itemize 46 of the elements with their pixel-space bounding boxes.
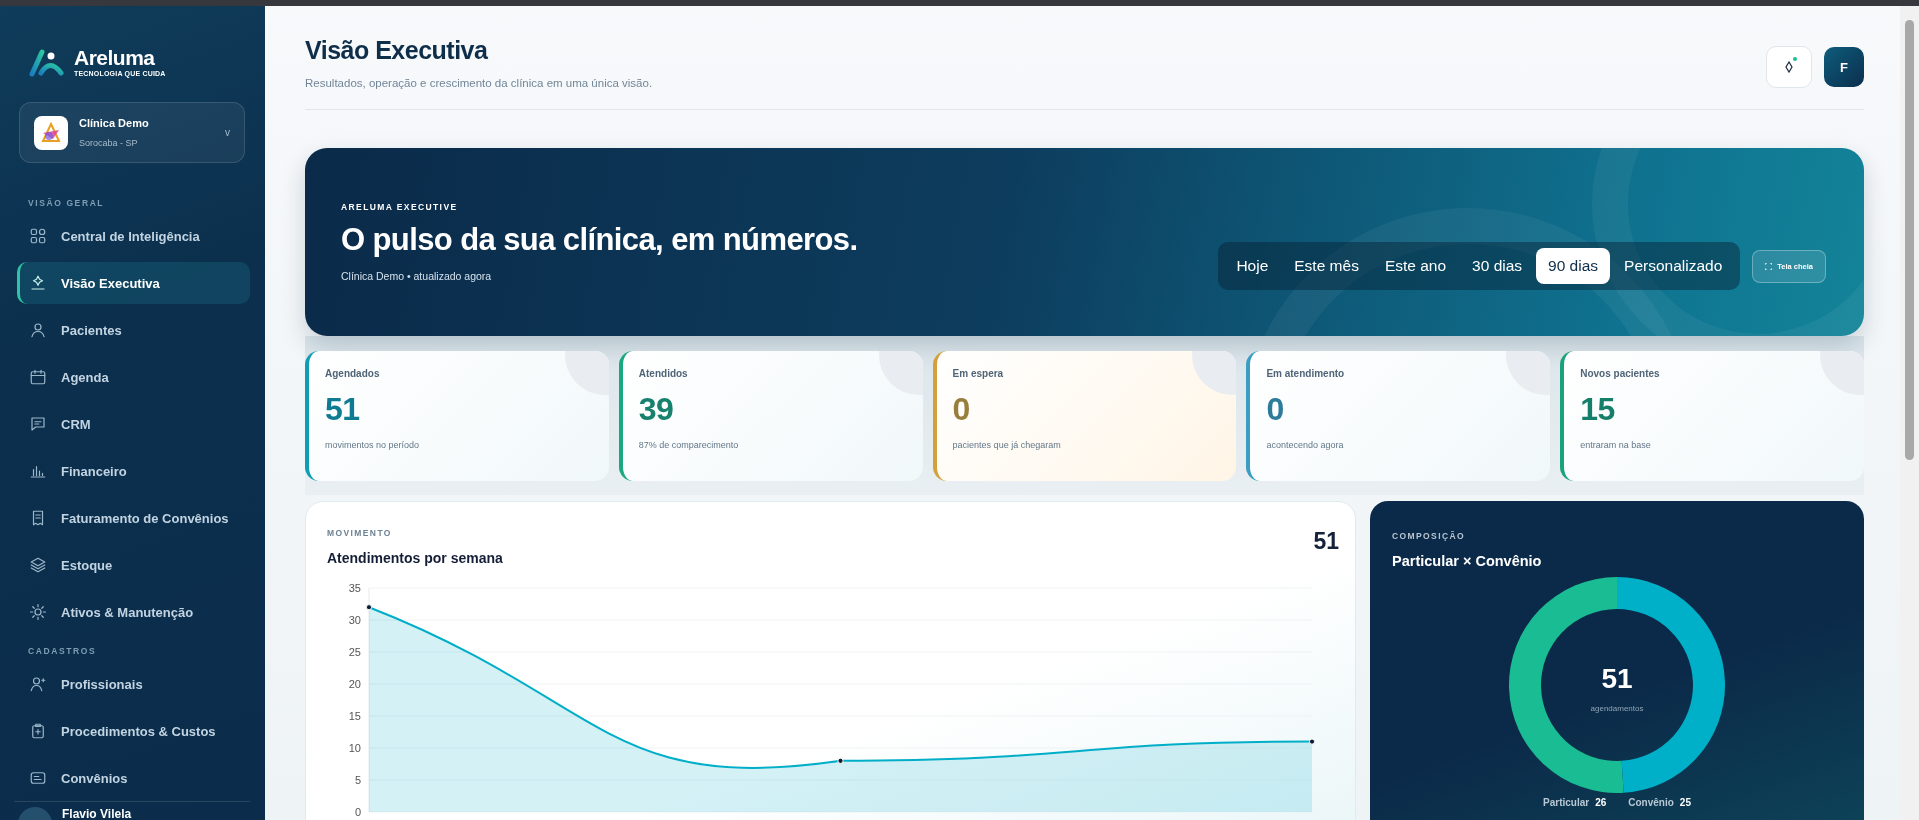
card-eyebrow: MOVIMENTO: [327, 528, 393, 538]
stat-label: Em atendimento: [1266, 368, 1346, 379]
stat-label: Agendados: [325, 368, 381, 379]
legend-label: Particular: [1543, 797, 1590, 808]
donut-center-value: 51: [1601, 663, 1633, 694]
axis-label: 10: [348, 742, 361, 754]
legend-value: 25: [1679, 797, 1691, 808]
stat-note: entraram na base: [1580, 440, 1652, 450]
axis-label: 25: [348, 646, 361, 658]
page-subtitle: Resultados, operação e crescimento da clínica em uma única visão.: [305, 77, 653, 89]
stat-note: movimentos no período: [325, 440, 421, 450]
caret-icon: v: [225, 127, 230, 138]
hero-eyebrow: ARELUMA EXECUTIVE: [341, 202, 459, 212]
axis-label: 15: [348, 710, 361, 722]
stat-value: 51: [325, 391, 361, 428]
hero-title: O pulso da sua clínica, em números.: [341, 222, 858, 258]
stat-label: Atendidos: [638, 368, 689, 379]
brand-name: Areluma: [74, 47, 156, 68]
section-title: VISÃO GERAL: [27, 197, 106, 210]
page-title: Visão Executiva: [305, 36, 489, 65]
clinic-location: Sorocaba - SP: [79, 138, 139, 148]
stat-label: Novos pacientes: [1580, 368, 1661, 379]
card-eyebrow: COMPOSIÇÃO: [1392, 531, 1467, 541]
stat-label: Em espera: [952, 368, 1005, 379]
clinic-name: Clínica Demo: [79, 117, 150, 129]
axis-label: 35: [348, 582, 361, 594]
section-title: CADASTROS: [27, 645, 98, 658]
legend-label: Convênio: [1628, 797, 1674, 808]
stat-value: 39: [638, 391, 675, 428]
stat-note: 87% de comparecimento: [638, 440, 740, 450]
card-title: Particular × Convênio: [1392, 553, 1543, 569]
hero-subtitle: Clínica Demo • atualizado agora: [341, 270, 493, 282]
axis-label: 30: [348, 614, 361, 626]
stat-value: 0: [1266, 391, 1285, 428]
stat-note: acontecendo agora: [1266, 440, 1345, 450]
legend-value: 26: [1595, 797, 1607, 808]
card-total: 51: [1313, 528, 1339, 556]
card-title: Atendimentos por semana: [327, 550, 503, 566]
user-name: Flavio Vilela: [62, 807, 132, 820]
stat-note: pacientes que já chegaram: [952, 440, 1062, 450]
stat-value: 15: [1580, 391, 1616, 428]
axis-label: 0: [354, 806, 361, 818]
axis-label: 20: [348, 678, 361, 690]
axis-label: 5: [354, 774, 361, 786]
donut-center-label: agendamentos: [1590, 704, 1644, 713]
stat-value: 0: [952, 391, 971, 428]
